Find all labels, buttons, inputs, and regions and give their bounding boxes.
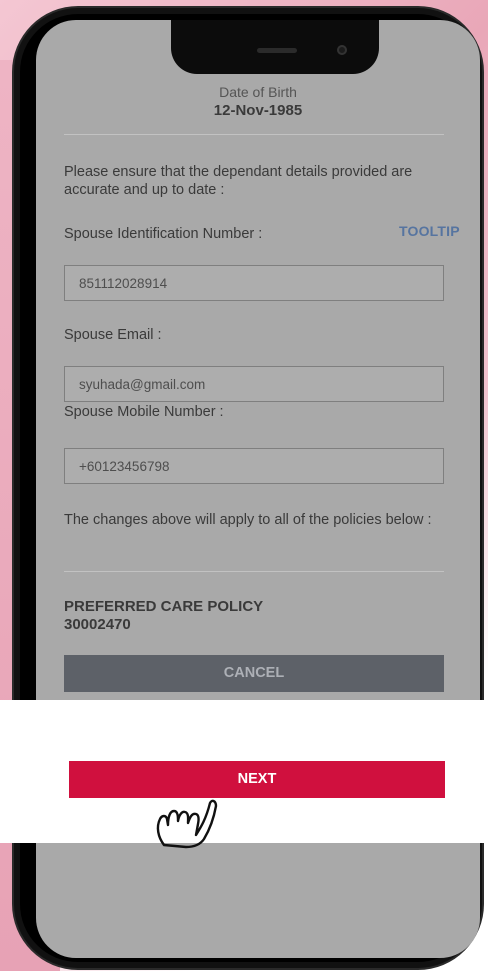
apply-note: The changes above will apply to all of t… <box>64 512 432 528</box>
spouse-email-label: Spouse Email : <box>64 327 162 343</box>
dob-label: Date of Birth <box>219 84 297 100</box>
hand-tap-icon <box>156 799 218 849</box>
divider <box>64 134 444 135</box>
phone-notch <box>171 20 379 74</box>
dob-value: 12-Nov-1985 <box>213 102 303 119</box>
policy-number: 30002470 <box>64 616 131 633</box>
dependant-instructions: Please ensure that the dependant details… <box>64 164 413 198</box>
spouse-mobile-label: Spouse Mobile Number : <box>64 404 224 420</box>
next-button[interactable]: NEXT <box>69 761 445 798</box>
speaker-grille <box>257 48 297 53</box>
cancel-button[interactable]: CANCEL <box>64 655 444 692</box>
spouse-email-field[interactable]: syuhada@gmail.com <box>64 366 444 402</box>
tooltip-link[interactable]: TOOLTIP <box>399 223 460 239</box>
divider <box>64 571 444 572</box>
spouse-mobile-field[interactable]: +60123456798 <box>64 448 444 484</box>
camera-icon <box>337 45 347 55</box>
spouse-id-label: Spouse Identification Number : <box>64 226 263 242</box>
policy-name: PREFERRED CARE POLICY <box>64 598 264 615</box>
spouse-id-field[interactable]: 851112028914 <box>64 265 444 301</box>
